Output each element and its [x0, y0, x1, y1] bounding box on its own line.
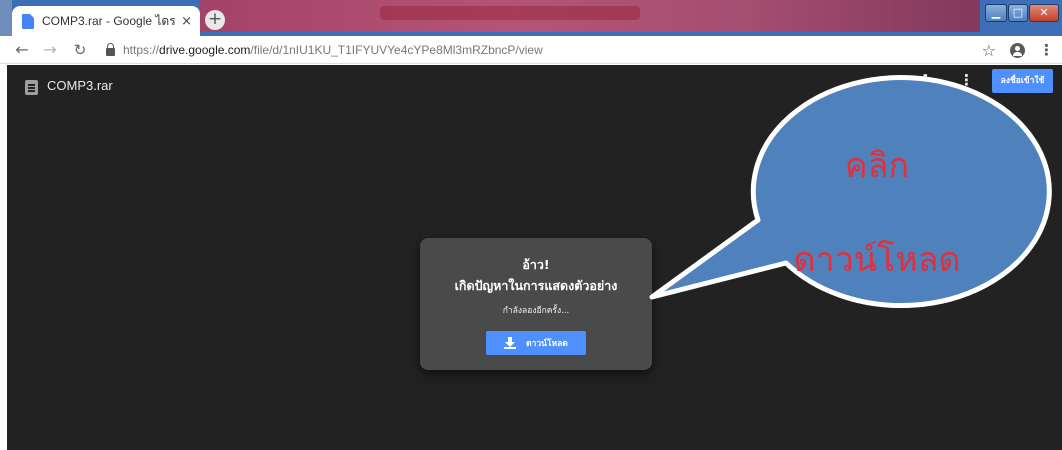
close-window-button[interactable]: ✕ — [1029, 4, 1059, 22]
download-button-label: ดาวน์โหลด — [526, 339, 568, 349]
title-bar-decoration-blur — [380, 6, 640, 20]
error-title: อ้าว! — [522, 257, 550, 272]
retry-status: กำลังลองอีกครั้ง... — [502, 306, 570, 316]
download-icon[interactable]: ⬇ — [919, 71, 932, 89]
file-icon — [25, 80, 38, 95]
url-path: /file/d/1nIU1KU_T1IFYUVYe4cYPe8Ml3mRZbnc… — [250, 42, 543, 57]
forward-arrow-icon[interactable]: → — [38, 40, 62, 59]
preview-error-card: อ้าว! เกิดปัญหาในการแสดงตัวอย่าง กำลังลอ… — [420, 238, 652, 370]
error-message: เกิดปัญหาในการแสดงตัวอย่าง — [454, 278, 618, 293]
maximize-button[interactable]: □ — [1008, 4, 1028, 22]
viewer-header: COMP3.rar ⬇ ⋮ ลงชื่อเข้าใช้ — [7, 65, 1062, 111]
profile-icon[interactable] — [1010, 42, 1025, 58]
callout-text-click: คลิก — [844, 146, 910, 186]
more-vert-icon[interactable]: ⋮ — [959, 71, 974, 89]
url-host: drive.google.com — [159, 42, 251, 57]
address-bar[interactable]: https://drive.google.com/file/d/1nIU1KU_… — [123, 43, 543, 57]
minimize-button[interactable]: ▁ — [985, 4, 1007, 22]
back-arrow-icon[interactable]: ← — [10, 40, 34, 59]
download-button[interactable]: ดาวน์โหลด — [486, 331, 586, 355]
reload-icon[interactable]: ↻ — [68, 41, 92, 59]
callout-text-download: ดาวน์โหลด — [793, 240, 961, 280]
file-name: COMP3.rar — [47, 78, 113, 93]
download-arrow-icon — [504, 337, 517, 349]
window-edge — [0, 0, 12, 36]
tab-close-icon[interactable]: × — [181, 14, 192, 29]
star-icon[interactable]: ☆ — [982, 41, 996, 60]
tab-strip: COMP3.rar - Google ไดรฟ์ × + ▁ □ ✕ — [0, 0, 1062, 36]
toolbar-actions: ☆ ⋮ — [982, 36, 1054, 64]
tab-title: COMP3.rar - Google ไดรฟ์ — [42, 13, 176, 28]
lock-icon[interactable] — [106, 42, 115, 56]
sign-in-button[interactable]: ลงชื่อเข้าใช้ — [992, 69, 1053, 93]
new-tab-button[interactable]: + — [205, 10, 225, 30]
drive-file-icon — [22, 13, 34, 29]
menu-kebab-icon[interactable]: ⋮ — [1039, 41, 1054, 59]
url-prefix: https:// — [123, 42, 160, 57]
browser-toolbar: ← → ↻ https://drive.google.com/file/d/1n… — [0, 36, 1062, 64]
browser-tab[interactable]: COMP3.rar - Google ไดรฟ์ × — [12, 6, 200, 36]
